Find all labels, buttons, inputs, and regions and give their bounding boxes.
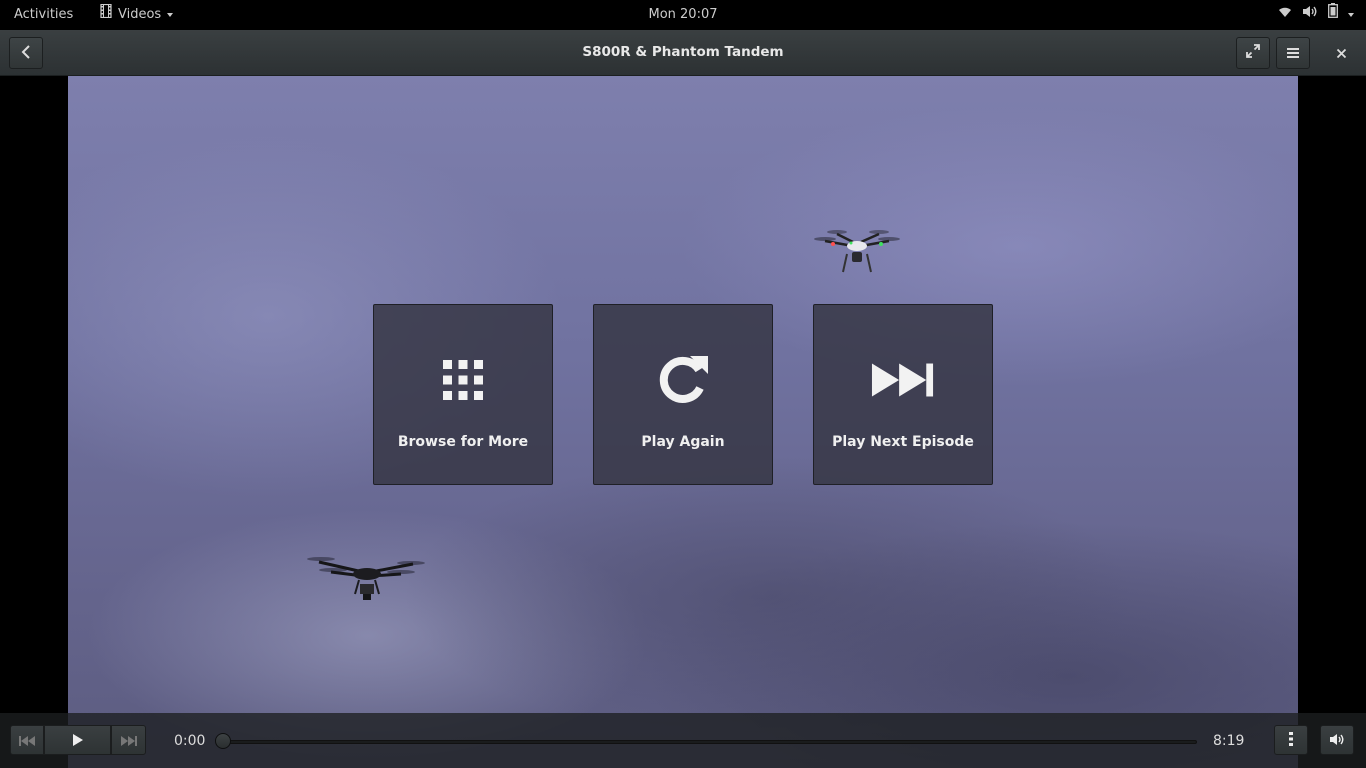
header-bar: S800R & Phantom Tandem (0, 30, 1366, 76)
replay-icon (651, 356, 715, 403)
next-button[interactable] (111, 725, 146, 755)
total-time: 8:19 (1213, 733, 1245, 749)
wifi-icon (1278, 0, 1292, 30)
chevron-down-icon (1348, 13, 1354, 17)
close-icon (1336, 44, 1347, 63)
video-frame[interactable]: Browse for More Play Again Play Next Epi… (68, 76, 1298, 768)
chevron-down-icon (167, 13, 174, 17)
fullscreen-icon (1245, 43, 1261, 63)
play-again-label: Play Again (641, 434, 725, 450)
browse-for-more-button[interactable]: Browse for More (373, 304, 553, 485)
menu-button[interactable] (1276, 37, 1310, 69)
fullscreen-button[interactable] (1236, 37, 1270, 69)
top-bar: Activities Videos Mon 20:07 (0, 0, 1366, 30)
skip-forward-icon (120, 731, 137, 750)
window-title: S800R & Phantom Tandem (582, 44, 784, 60)
volume-button[interactable] (1320, 725, 1354, 755)
back-button[interactable] (9, 37, 43, 69)
vertical-dots-icon (1289, 731, 1293, 750)
play-next-episode-button[interactable]: Play Next Episode (813, 304, 993, 485)
drone-image (814, 230, 900, 273)
app-menu-label: Videos (118, 7, 162, 22)
film-icon (100, 0, 112, 30)
close-button[interactable] (1324, 37, 1358, 69)
seek-bar[interactable] (222, 740, 1197, 744)
play-button[interactable] (44, 725, 111, 755)
battery-icon (1328, 0, 1338, 30)
current-time: 0:00 (174, 733, 206, 749)
volume-icon (1302, 0, 1318, 30)
seek-handle[interactable] (215, 733, 231, 749)
grid-icon (431, 357, 495, 403)
system-status-menu[interactable] (1278, 0, 1354, 30)
volume-icon (1329, 731, 1345, 750)
clock[interactable]: Mon 20:07 (648, 7, 717, 22)
skip-forward-icon (871, 357, 935, 403)
skip-back-icon (19, 731, 35, 750)
play-again-button[interactable]: Play Again (593, 304, 773, 485)
browse-for-more-label: Browse for More (397, 434, 529, 450)
play-icon (72, 731, 83, 750)
app-menu[interactable]: Videos (100, 0, 174, 30)
activities-button[interactable]: Activities (14, 0, 73, 30)
video-stage: Browse for More Play Again Play Next Epi… (0, 76, 1366, 768)
more-options-button[interactable] (1274, 725, 1308, 755)
play-next-episode-label: Play Next Episode (832, 434, 974, 450)
hamburger-menu-icon (1286, 44, 1300, 63)
drone-image (307, 557, 425, 600)
previous-button[interactable] (10, 725, 44, 755)
playback-controls: 0:00 8:19 (0, 713, 1366, 768)
chevron-left-icon (21, 44, 31, 63)
